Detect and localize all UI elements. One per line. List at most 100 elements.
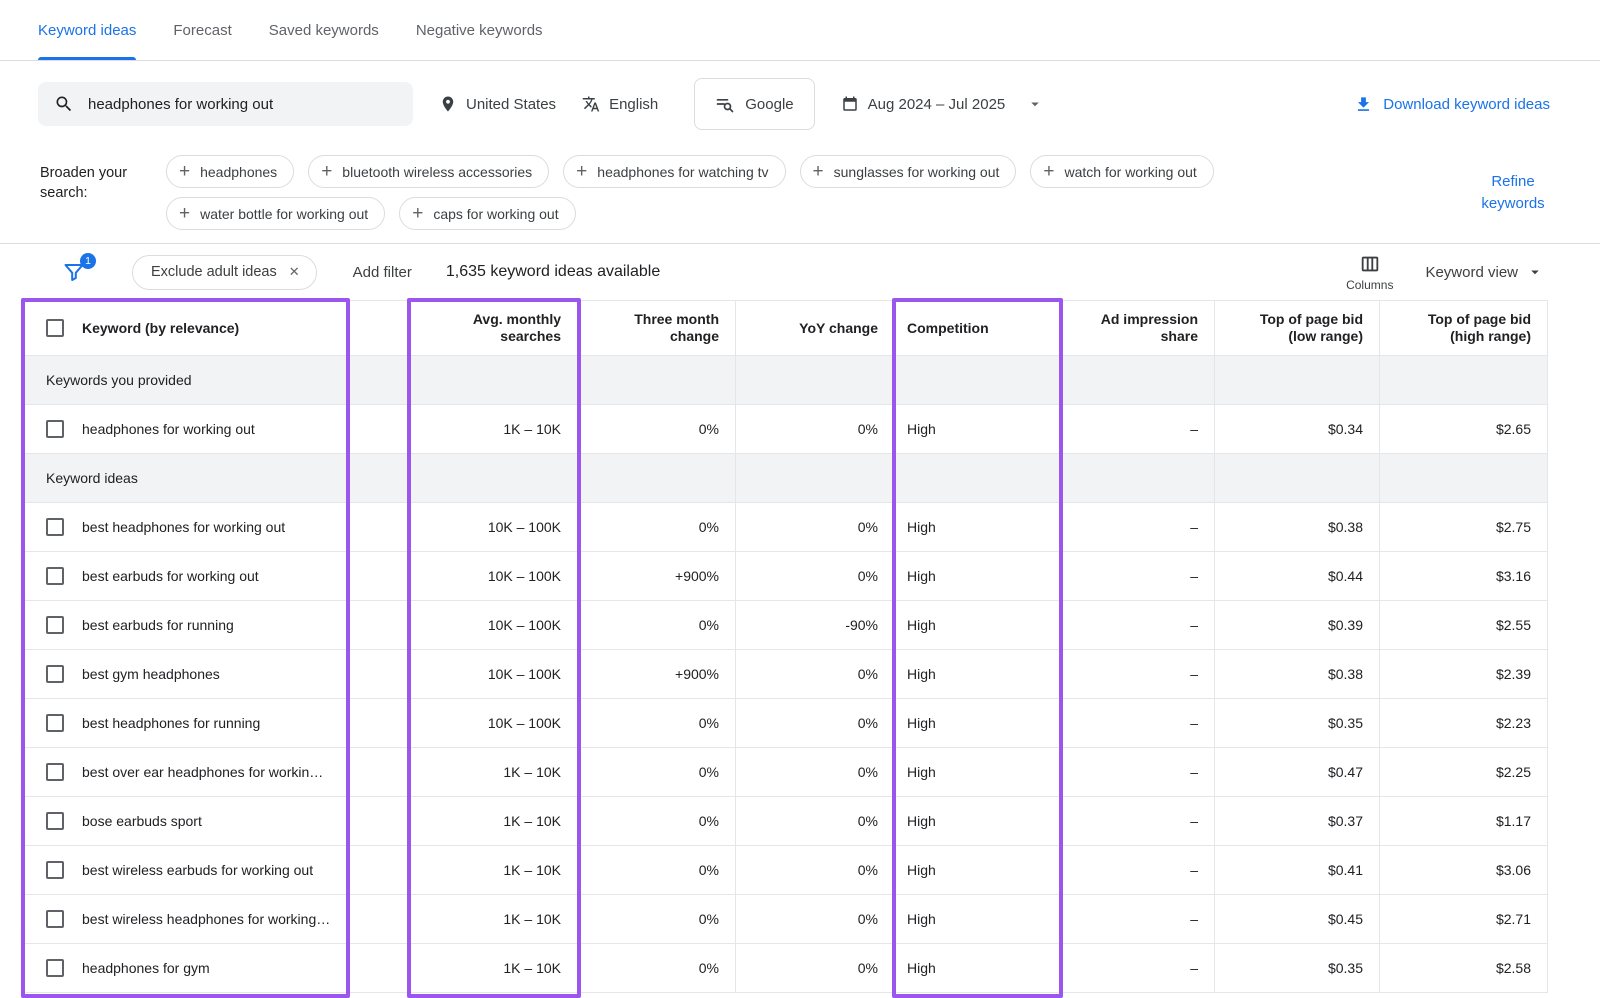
add-filter-button[interactable]: Add filter <box>353 264 412 281</box>
section-cell <box>1215 356 1380 404</box>
tab-forecast[interactable]: Forecast <box>173 0 231 60</box>
data-cell: – <box>1060 650 1215 698</box>
row-checkbox[interactable] <box>46 763 64 781</box>
tab-keyword-ideas[interactable]: Keyword ideas <box>38 0 136 60</box>
chip-label: bluetooth wireless accessories <box>342 164 532 180</box>
section-cell <box>1215 454 1380 502</box>
keyword-text: best earbuds for working out <box>82 568 259 584</box>
keyword-text: headphones for working out <box>82 421 255 437</box>
table-row: best headphones for working out10K – 100… <box>23 503 1548 552</box>
table-row: bose earbuds sport1K – 10K0%0%High–$0.37… <box>23 797 1548 846</box>
table-row: best wireless headphones for working …1K… <box>23 895 1548 944</box>
data-cell <box>348 895 410 943</box>
row-checkbox[interactable] <box>46 665 64 683</box>
row-checkbox[interactable] <box>46 420 64 438</box>
chip-label: headphones for watching tv <box>597 164 768 180</box>
language-selector[interactable]: English <box>582 95 658 113</box>
data-cell <box>348 944 410 992</box>
select-all-checkbox[interactable] <box>46 319 64 337</box>
chip-label: watch for working out <box>1065 164 1197 180</box>
data-cell: $2.23 <box>1380 699 1548 747</box>
refine-keywords-button[interactable]: Refine keywords <box>1470 171 1556 215</box>
table-row: best headphones for running10K – 100K0%0… <box>23 699 1548 748</box>
row-checkbox[interactable] <box>46 959 64 977</box>
data-cell: 0% <box>736 748 895 796</box>
data-cell: 0% <box>736 846 895 894</box>
keyword-text: bose earbuds sport <box>82 813 202 829</box>
row-checkbox[interactable] <box>46 518 64 536</box>
location-selector[interactable]: United States <box>439 95 556 113</box>
filter-button[interactable]: 1 <box>62 260 88 284</box>
keyword-cell: bose earbuds sport <box>23 797 348 845</box>
data-cell: $3.16 <box>1380 552 1548 600</box>
download-keyword-ideas-button[interactable]: Download keyword ideas <box>1354 95 1550 114</box>
row-checkbox[interactable] <box>46 861 64 879</box>
data-cell: High <box>895 944 1060 992</box>
column-header[interactable]: Competition <box>895 301 1060 355</box>
section-cell <box>410 454 578 502</box>
chip-label: water bottle for working out <box>200 206 368 222</box>
location-pin-icon <box>439 95 457 113</box>
row-checkbox[interactable] <box>46 567 64 585</box>
column-header[interactable]: Keyword (by relevance) <box>23 301 348 355</box>
chip-label: headphones <box>200 164 277 180</box>
column-header[interactable]: Top of page bid (high range) <box>1380 301 1548 355</box>
tab-negative-keywords[interactable]: Negative keywords <box>416 0 543 60</box>
data-cell: 10K – 100K <box>410 503 578 551</box>
data-cell: High <box>895 405 1060 453</box>
column-header[interactable]: Top of page bid (low range) <box>1215 301 1380 355</box>
row-checkbox[interactable] <box>46 910 64 928</box>
data-cell: 0% <box>736 405 895 453</box>
broaden-chip[interactable]: +headphones <box>166 155 294 188</box>
column-header[interactable]: YoY change <box>736 301 895 355</box>
data-cell: +900% <box>578 552 736 600</box>
column-header[interactable] <box>348 301 410 355</box>
chevron-down-icon[interactable] <box>1026 95 1044 113</box>
data-cell: 10K – 100K <box>410 699 578 747</box>
tab-saved-keywords[interactable]: Saved keywords <box>269 0 379 60</box>
row-checkbox[interactable] <box>46 812 64 830</box>
plus-icon: + <box>321 162 332 181</box>
date-range-selector[interactable]: Aug 2024 – Jul 2025 <box>841 95 1045 113</box>
data-cell: High <box>895 797 1060 845</box>
broaden-chip[interactable]: +watch for working out <box>1030 155 1213 188</box>
row-checkbox[interactable] <box>46 616 64 634</box>
broaden-chip[interactable]: +caps for working out <box>399 197 575 230</box>
data-cell: 1K – 10K <box>410 846 578 894</box>
chip-label: Exclude adult ideas <box>151 264 277 280</box>
keyword-cell: headphones for working out <box>23 405 348 453</box>
section-row: Keywords you provided <box>23 356 1548 405</box>
exclude-adult-ideas-chip[interactable]: Exclude adult ideas ✕ <box>132 255 317 290</box>
column-header[interactable]: Three month change <box>578 301 736 355</box>
network-selector[interactable]: Google <box>694 78 814 130</box>
data-cell: High <box>895 846 1060 894</box>
broaden-chip[interactable]: +headphones for watching tv <box>563 155 785 188</box>
data-cell: – <box>1060 748 1215 796</box>
data-cell: High <box>895 503 1060 551</box>
row-checkbox[interactable] <box>46 714 64 732</box>
search-icon <box>54 94 74 114</box>
language-label: English <box>609 96 658 113</box>
broaden-chip[interactable]: +water bottle for working out <box>166 197 385 230</box>
broaden-chip[interactable]: +sunglasses for working out <box>800 155 1017 188</box>
data-cell: $2.58 <box>1380 944 1548 992</box>
data-cell: 1K – 10K <box>410 748 578 796</box>
section-cell <box>1380 454 1548 502</box>
plus-icon: + <box>412 204 423 223</box>
columns-label: Columns <box>1346 278 1393 292</box>
date-range-label: Aug 2024 – Jul 2025 <box>868 96 1006 113</box>
section-cell <box>1380 356 1548 404</box>
keyword-table: Keyword (by relevance) Avg. monthly searc… <box>23 300 1548 993</box>
columns-button[interactable]: Columns <box>1346 253 1393 292</box>
keyword-view-dropdown[interactable]: Keyword view <box>1425 263 1544 281</box>
search-input[interactable] <box>88 96 397 113</box>
data-cell: – <box>1060 797 1215 845</box>
close-icon[interactable]: ✕ <box>289 264 300 280</box>
column-header[interactable]: Avg. monthly searches <box>410 301 578 355</box>
data-cell: 0% <box>736 699 895 747</box>
broaden-chip[interactable]: + bluetooth wireless accessories <box>308 155 549 188</box>
keyword-search-box[interactable] <box>38 82 413 126</box>
data-cell: – <box>1060 699 1215 747</box>
column-header[interactable]: Ad impression share <box>1060 301 1215 355</box>
section-cell <box>348 454 410 502</box>
